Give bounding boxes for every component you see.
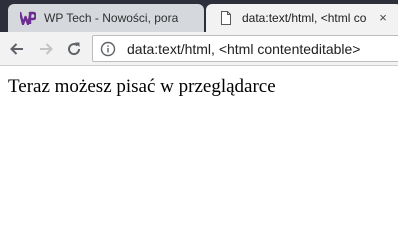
back-button[interactable]	[6, 38, 28, 60]
forward-button[interactable]	[35, 38, 57, 60]
reload-icon	[68, 42, 81, 56]
reload-button[interactable]	[63, 38, 85, 60]
page-content[interactable]: Teraz możesz pisać w przeglądarce	[0, 66, 398, 242]
info-icon[interactable]	[100, 41, 116, 57]
forward-arrow-icon	[40, 43, 53, 55]
back-arrow-icon	[10, 43, 23, 55]
tab-title: WP Tech - Nowości, pora	[44, 11, 179, 25]
editable-text[interactable]: Teraz możesz pisać w przeglądarce	[8, 76, 276, 98]
url-text[interactable]: data:text/html, <html contenteditable>	[127, 41, 360, 57]
close-tab-icon[interactable]: ×	[376, 11, 390, 25]
tab-wp-tech[interactable]: WP Tech - Nowości, pora	[8, 4, 204, 32]
tab-strip: WP Tech - Nowości, pora data:text/html, …	[0, 0, 398, 32]
tab-title: data:text/html, <html co	[242, 11, 367, 25]
toolbar: data:text/html, <html contenteditable>	[0, 32, 398, 66]
wp-logo-icon	[20, 10, 36, 26]
address-bar[interactable]: data:text/html, <html contenteditable>	[92, 35, 398, 62]
tab-data-url[interactable]: data:text/html, <html co ×	[206, 4, 398, 32]
browser-window: WP Tech - Nowości, pora data:text/html, …	[0, 0, 398, 242]
document-icon	[218, 10, 234, 26]
